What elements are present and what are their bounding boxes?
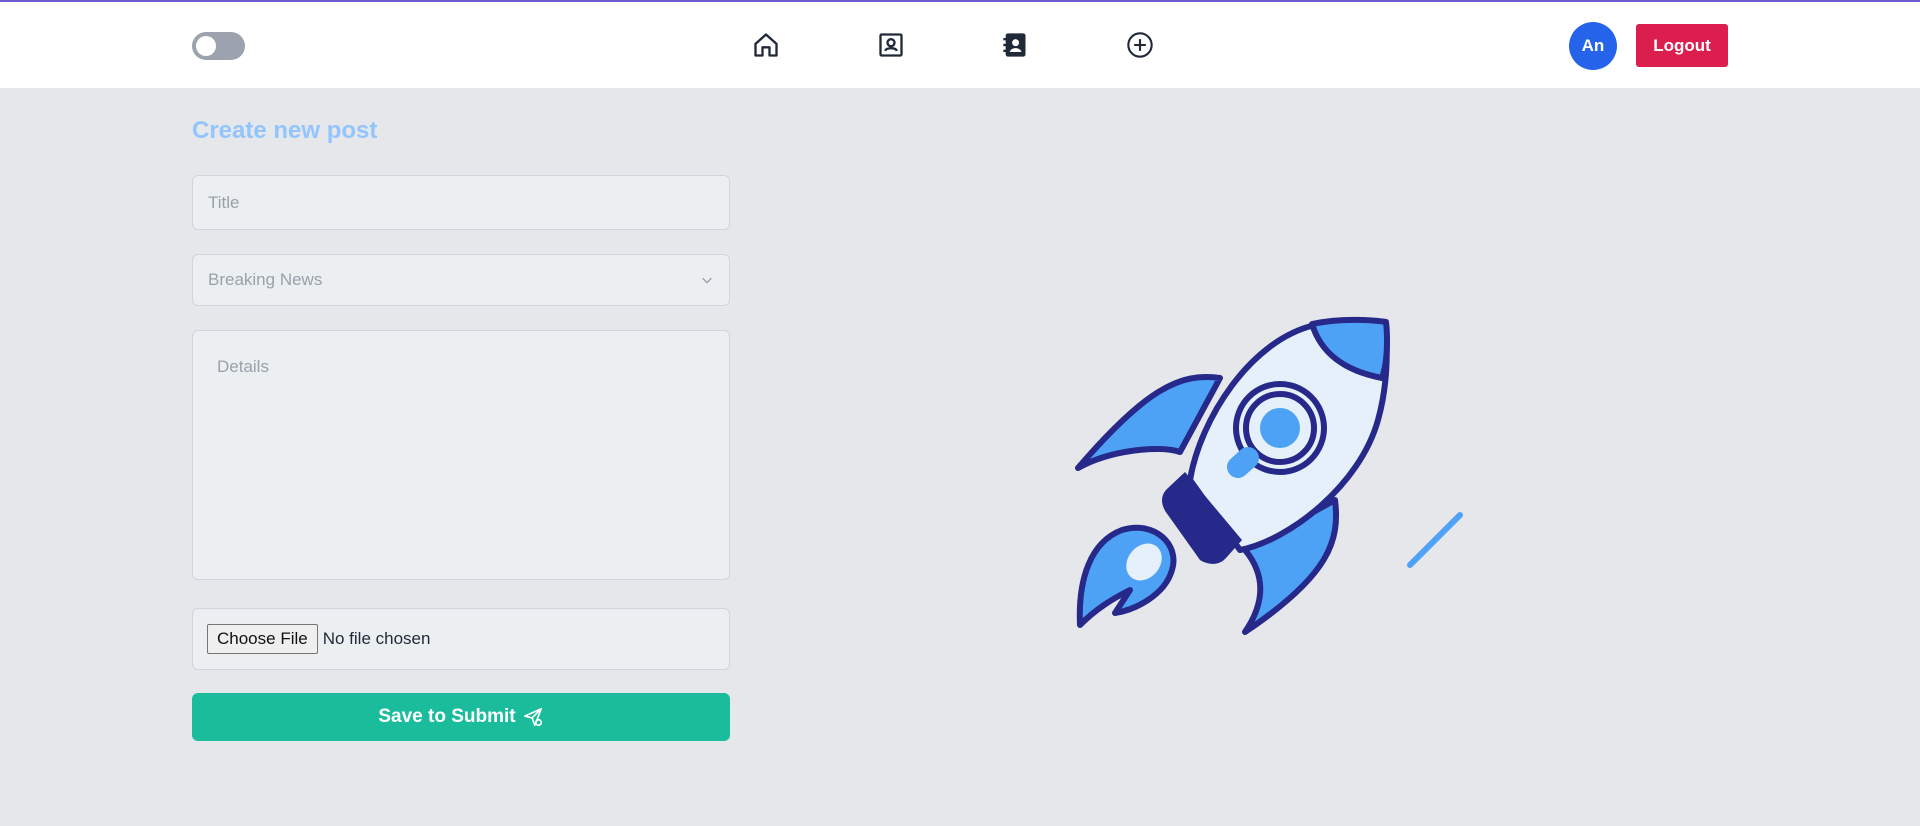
avatar-initials: An [1581,36,1605,55]
page-title: Create new post [192,117,378,144]
rocket-illustration-icon [1075,316,1463,635]
details-textarea[interactable]: Details [192,330,730,580]
file-upload-field[interactable]: Choose File No file chosen [192,608,730,670]
submit-label: Save to Submit [378,706,516,727]
file-status: No file chosen [322,629,431,648]
paper-plane-icon [523,707,542,727]
navbar: An Logout [0,2,1920,88]
avatar[interactable]: An [1569,22,1617,70]
details-placeholder: Details [217,357,269,376]
logout-button[interactable]: Logout [1636,24,1728,67]
submit-button[interactable]: Save to Submit [192,693,730,741]
category-selected-value: Breaking News [208,270,323,289]
theme-toggle[interactable] [192,32,245,60]
home-icon[interactable] [751,30,781,60]
toggle-knob [196,36,216,56]
add-circle-icon[interactable] [1125,30,1155,60]
profile-card-icon[interactable] [876,30,906,60]
category-select[interactable]: Breaking News [192,254,730,306]
title-input[interactable]: Title [192,175,730,230]
contacts-book-icon[interactable] [1000,30,1030,60]
title-placeholder: Title [208,192,240,212]
chevron-down-icon [702,277,712,284]
choose-file-button[interactable]: Choose File [207,624,318,654]
